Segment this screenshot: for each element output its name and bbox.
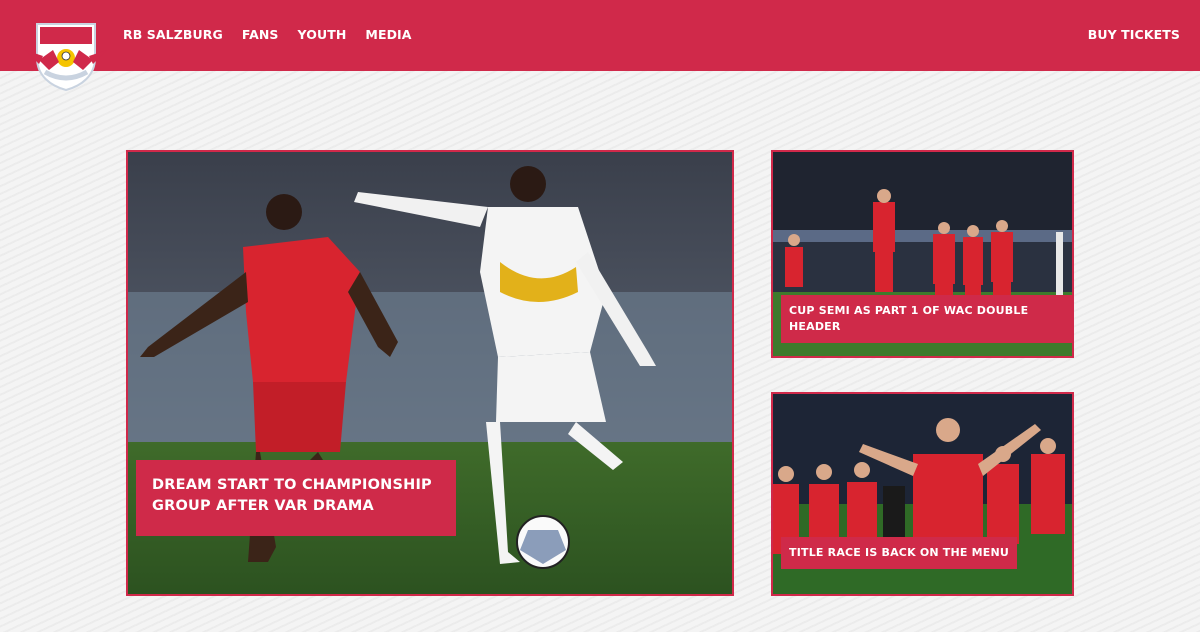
story-card-title-race[interactable]: TITLE RACE IS BACK ON THE MENU (771, 392, 1074, 596)
nav-fans[interactable]: FANS (242, 27, 279, 42)
featured-story-card[interactable]: DREAM START TO CHAMPIONSHIP GROUP AFTER … (126, 150, 734, 596)
nav-youth[interactable]: YOUTH (298, 27, 347, 42)
main-nav: RB SALZBURG FANS YOUTH MEDIA (123, 27, 412, 42)
featured-story-headline[interactable]: DREAM START TO CHAMPIONSHIP GROUP AFTER … (136, 460, 456, 536)
buy-tickets-link[interactable]: BUY TICKETS (1088, 27, 1180, 42)
club-logo[interactable] (23, 20, 109, 92)
story-headline-title-race[interactable]: TITLE RACE IS BACK ON THE MENU (781, 537, 1018, 569)
nav-media[interactable]: MEDIA (365, 27, 411, 42)
story-headline-cup-semi[interactable]: CUP SEMI AS PART 1 OF WAC DOUBLE HEADER (781, 295, 1072, 343)
nav-rb-salzburg[interactable]: RB SALZBURG (123, 27, 223, 42)
top-navigation-bar: RB SALZBURG FANS YOUTH MEDIA BUY TICKETS (0, 0, 1200, 92)
story-card-cup-semi[interactable]: CUP SEMI AS PART 1 OF WAC DOUBLE HEADER (771, 150, 1074, 358)
